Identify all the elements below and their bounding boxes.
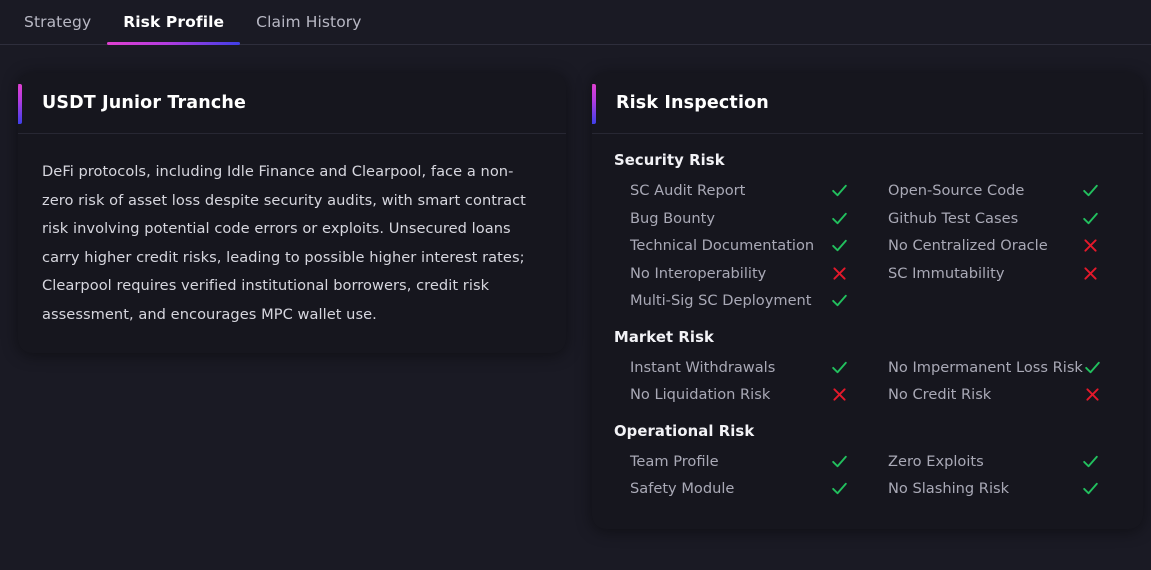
check-icon — [830, 209, 872, 228]
tab-claim-history[interactable]: Claim History — [240, 0, 377, 44]
check-icon — [830, 291, 872, 310]
risk-item-label: Zero Exploits — [872, 448, 1081, 476]
active-tab-underline — [107, 42, 240, 45]
risk-item-label: Github Test Cases — [872, 205, 1081, 233]
tranche-column: USDT Junior Tranche DeFi protocols, incl… — [18, 73, 566, 353]
accent-bar — [592, 84, 596, 124]
risk-item-label: Safety Module — [614, 475, 830, 503]
check-icon — [1083, 358, 1123, 377]
tab-strategy[interactable]: Strategy — [8, 0, 107, 44]
cross-icon — [1081, 264, 1121, 283]
tranche-card: USDT Junior Tranche DeFi protocols, incl… — [18, 73, 566, 353]
tranche-card-header: USDT Junior Tranche — [18, 73, 566, 134]
tranche-description: DeFi protocols, including Idle Finance a… — [42, 158, 542, 329]
risk-inspection-card-title: Risk Inspection — [616, 93, 769, 113]
cross-icon — [830, 385, 872, 404]
cross-icon — [830, 264, 872, 283]
check-icon — [830, 452, 872, 471]
check-icon — [1081, 452, 1121, 471]
risk-sections-container: Security Risk SC Audit Report Open-Source … — [592, 134, 1143, 529]
risk-item-label: No Impermanent Loss Risk — [872, 354, 1083, 382]
risk-item-label: No Centralized Oracle — [872, 232, 1081, 260]
tab-risk-profile[interactable]: Risk Profile — [107, 0, 240, 44]
risk-section: Security Risk SC Audit Report Open-Source … — [614, 152, 1121, 315]
risk-grid: SC Audit Report Open-Source Code Bug Bount… — [614, 177, 1121, 315]
risk-inspection-card: Risk Inspection Security Risk SC Audit Re… — [592, 73, 1143, 529]
check-icon — [830, 358, 872, 377]
risk-grid: Instant Withdrawals No Impermanent Loss R… — [614, 354, 1121, 409]
risk-item-label: No Liquidation Risk — [614, 381, 830, 409]
risk-item-label: No Credit Risk — [872, 381, 1083, 409]
risk-item-label: SC Audit Report — [614, 177, 830, 205]
tab-label: Strategy — [24, 13, 91, 31]
risk-grid: Team Profile Zero Exploits Safety Module No… — [614, 448, 1121, 503]
risk-item-label: Multi-Sig SC Deployment — [614, 287, 830, 315]
risk-item-label: Instant Withdrawals — [614, 354, 830, 382]
check-icon — [830, 479, 872, 498]
risk-item-label: SC Immutability — [872, 260, 1081, 288]
tab-bar: Strategy Risk Profile Claim History — [0, 0, 1151, 45]
risk-inspection-card-header: Risk Inspection — [592, 73, 1143, 134]
accent-bar — [18, 84, 22, 124]
cross-icon — [1081, 236, 1121, 255]
risk-item-label: No Interoperability — [614, 260, 830, 288]
risk-section: Market Risk Instant Withdrawals No Imperma… — [614, 329, 1121, 409]
risk-item-status-empty — [1081, 287, 1121, 315]
risk-item-label: Bug Bounty — [614, 205, 830, 233]
check-icon — [830, 181, 872, 200]
tranche-card-body: DeFi protocols, including Idle Finance a… — [18, 134, 566, 353]
risk-section-title: Market Risk — [614, 329, 1121, 346]
main-content: USDT Junior Tranche DeFi protocols, incl… — [0, 45, 1151, 529]
check-icon — [1081, 181, 1121, 200]
check-icon — [1081, 479, 1121, 498]
risk-section: Operational Risk Team Profile Zero Exploit… — [614, 423, 1121, 503]
cross-icon — [1083, 385, 1123, 404]
check-icon — [830, 236, 872, 255]
tab-label: Risk Profile — [123, 13, 224, 31]
inspection-column: Risk Inspection Security Risk SC Audit Re… — [592, 73, 1143, 529]
risk-item-label: Team Profile — [614, 448, 830, 476]
tab-label: Claim History — [256, 13, 361, 31]
risk-section-title: Security Risk — [614, 152, 1121, 169]
risk-section-title: Operational Risk — [614, 423, 1121, 440]
check-icon — [1081, 209, 1121, 228]
tranche-card-title: USDT Junior Tranche — [42, 93, 246, 113]
risk-item-label: Technical Documentation — [614, 232, 830, 260]
risk-item-label: No Slashing Risk — [872, 475, 1081, 503]
risk-item-label: Open-Source Code — [872, 177, 1081, 205]
